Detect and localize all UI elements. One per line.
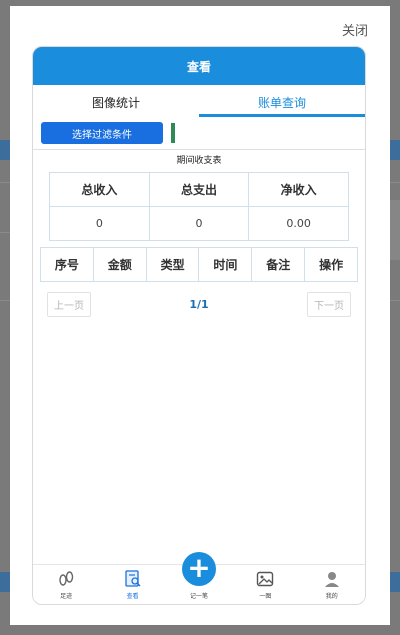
summary-title: 期间收支表: [176, 156, 222, 166]
select-filter-button[interactable]: 选择过滤条件: [41, 122, 163, 144]
summary-header-income: 总收入: [49, 172, 150, 207]
tab-bar: 图像统计 账单查询: [33, 85, 365, 119]
summary-value-net: 0.00: [248, 206, 349, 241]
search-doc-icon: [124, 570, 141, 587]
records-header-time: 时间: [198, 247, 253, 282]
tab-image-stats[interactable]: 图像统计: [33, 85, 199, 119]
summary-header-expense: 总支出: [148, 172, 250, 207]
nav-item-footprint[interactable]: 足迹: [42, 569, 90, 600]
summary-table: 总收入 总支出 净收入 0 0 0.00: [49, 172, 349, 241]
records-header-index: 序号: [40, 247, 94, 282]
filter-indicator: [171, 123, 175, 143]
nav-label: 查看: [126, 593, 139, 600]
divider: [33, 149, 365, 150]
plus-icon[interactable]: +: [181, 552, 216, 586]
modal-sheet: 关闭 查看 图像统计 账单查询 选择过滤条件 期间收支表 总收入 总支出 净收入…: [10, 6, 390, 625]
image-icon: [257, 571, 274, 587]
next-page-button[interactable]: 下一页: [306, 291, 351, 317]
nav-item-image[interactable]: 一图: [241, 569, 289, 600]
prev-page-button[interactable]: 上一页: [47, 291, 91, 317]
summary-header-net: 净收入: [248, 172, 349, 207]
bottom-nav: 足迹 查看 + 记一笔 一图 我的: [33, 552, 365, 604]
records-header-type: 类型: [145, 247, 200, 282]
page-indicator: 1/1: [189, 297, 209, 311]
nav-item-profile[interactable]: 我的: [308, 569, 356, 600]
summary-value-income: 0: [49, 206, 150, 241]
user-icon: [324, 572, 339, 587]
page-title: 查看: [33, 47, 365, 85]
filter-row: 选择过滤条件: [33, 121, 365, 145]
nav-label: 足迹: [60, 593, 73, 600]
tab-bill-query[interactable]: 账单查询: [199, 85, 365, 119]
summary-value-expense: 0: [148, 206, 250, 241]
background-side-panel: [390, 200, 400, 260]
records-table: 序号 金额 类型 时间 备注 操作: [40, 247, 358, 282]
nav-label: 一图: [259, 593, 272, 600]
records-header-note: 备注: [251, 247, 306, 282]
nav-item-add-entry[interactable]: + 记一笔: [175, 552, 223, 600]
nav-item-view[interactable]: 查看: [109, 569, 157, 600]
close-button[interactable]: 关闭: [342, 20, 368, 39]
phone-frame: 查看 图像统计 账单查询 选择过滤条件 期间收支表 总收入 总支出 净收入 0 …: [32, 46, 366, 605]
records-header-amount: 金额: [92, 247, 147, 282]
pagination: 上一页 1/1 下一页: [33, 291, 365, 317]
nav-label: 记一笔: [189, 593, 208, 600]
records-header-action: 操作: [304, 247, 358, 282]
footprint-icon: [59, 571, 74, 586]
nav-label: 我的: [325, 593, 338, 600]
